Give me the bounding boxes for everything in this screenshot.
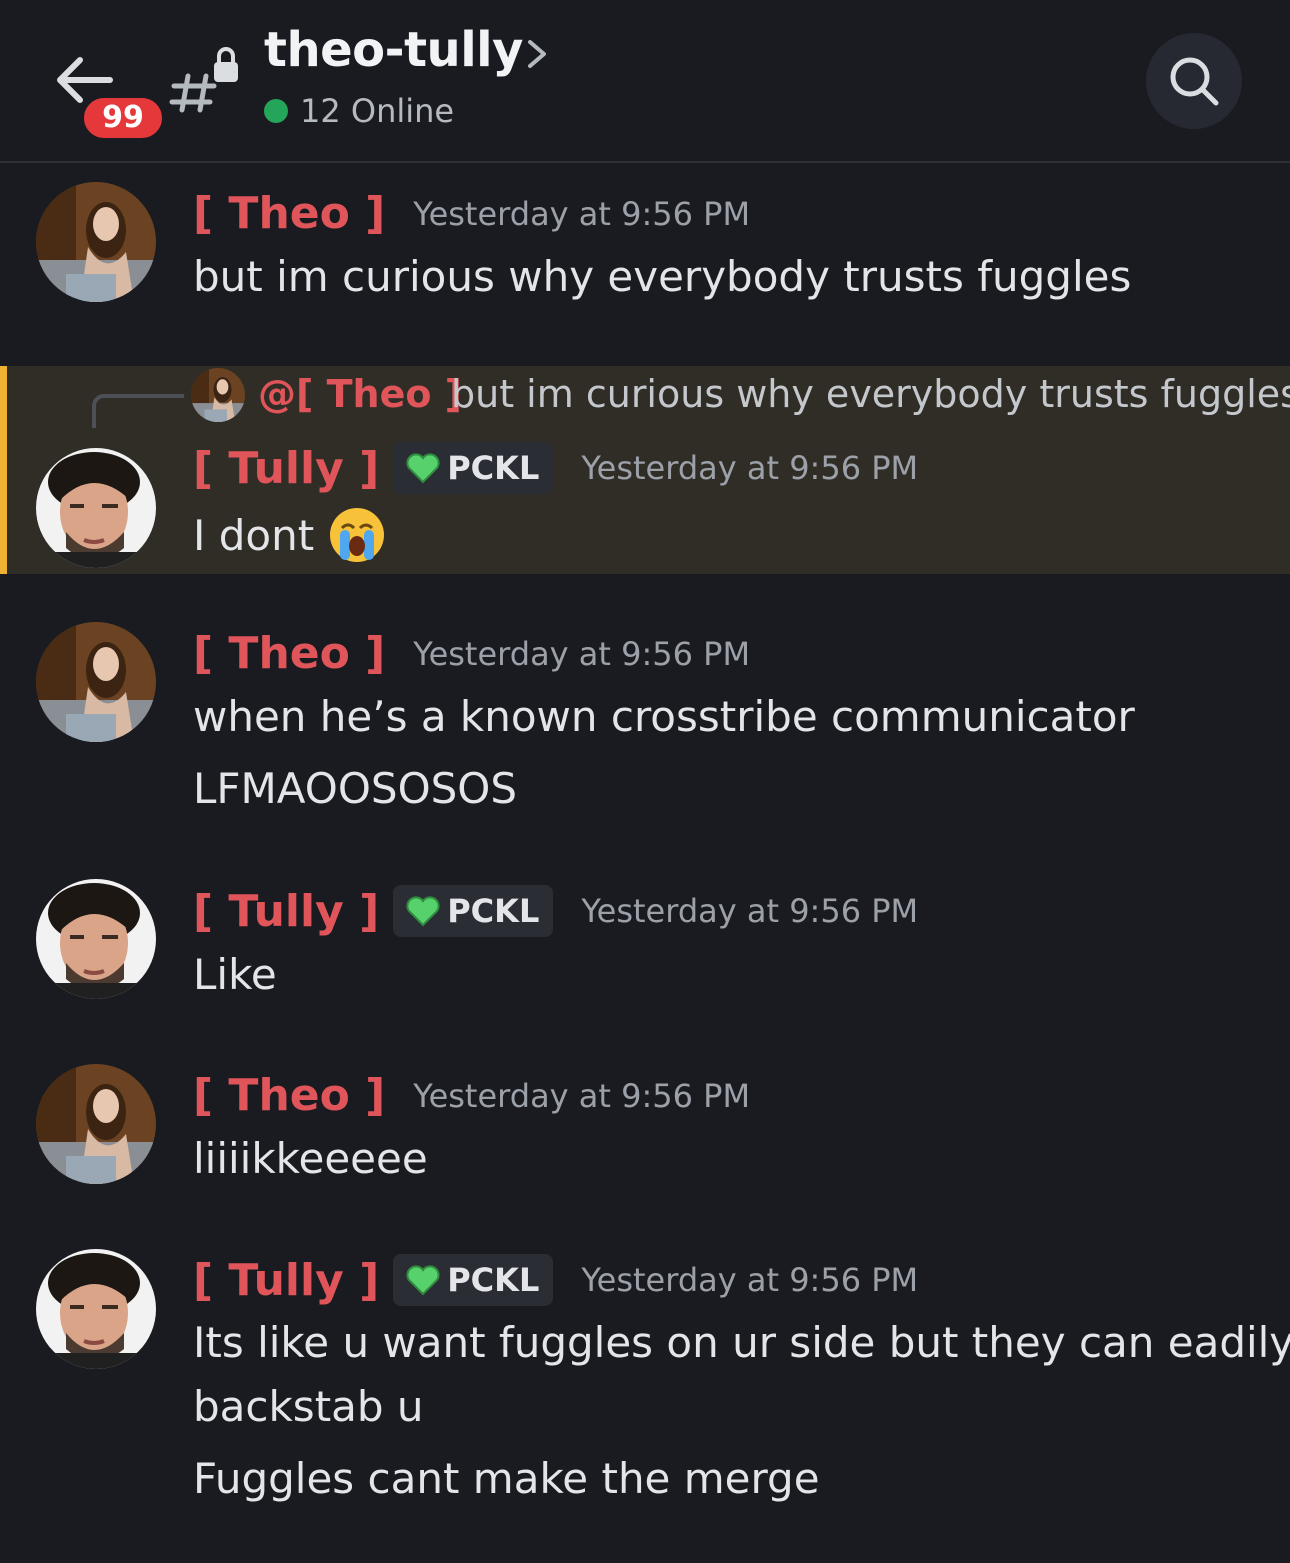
guild-tag[interactable]: PCKL <box>393 1254 554 1306</box>
online-status: 12 Online <box>264 92 454 130</box>
avatar[interactable] <box>36 1249 156 1369</box>
guild-tag-label: PCKL <box>447 1261 540 1299</box>
author-name[interactable]: [ Theo ] <box>193 188 385 239</box>
timestamp: Yesterday at 9:56 PM <box>581 1261 919 1299</box>
green-heart-icon <box>406 1265 440 1296</box>
message-text: Fuggles cant make the merge <box>193 1454 820 1503</box>
reply-mention[interactable]: @[ Theo ] <box>258 372 462 416</box>
author-name[interactable]: [ Theo ] <box>193 1070 385 1121</box>
search-button[interactable] <box>1146 33 1242 129</box>
timestamp: Yesterday at 9:56 PM <box>413 1076 751 1115</box>
avatar[interactable] <box>36 182 156 302</box>
loudly-crying-face-icon <box>330 508 385 562</box>
channel-title[interactable]: theo-tully <box>264 22 523 78</box>
avatar[interactable] <box>36 879 156 999</box>
author-name[interactable]: [ Theo ] <box>193 628 385 679</box>
author-name[interactable]: [ Tully ] <box>193 443 379 494</box>
channel-header: 99 theo-tully 12 Online <box>0 0 1290 163</box>
message-text: liiiikkeeeee <box>193 1134 428 1183</box>
message-text: Like <box>193 950 277 999</box>
guild-tag[interactable]: PCKL <box>393 885 554 937</box>
avatar[interactable] <box>36 622 156 742</box>
guild-tag-label: PCKL <box>447 892 540 930</box>
author-name[interactable]: [ Tully ] <box>193 1255 379 1306</box>
timestamp: Yesterday at 9:56 PM <box>413 194 751 233</box>
guild-tag-label: PCKL <box>447 449 540 487</box>
timestamp: Yesterday at 9:56 PM <box>581 892 919 930</box>
green-heart-icon <box>406 896 440 927</box>
reply-avatar[interactable] <box>191 368 245 422</box>
guild-tag[interactable]: PCKL <box>393 442 554 494</box>
avatar[interactable] <box>36 448 156 568</box>
locked-channel-icon <box>168 40 242 114</box>
message-text: LFMAOOSOSOS <box>193 764 518 813</box>
message-text: Its like u want fuggles on ur side but t… <box>193 1318 1290 1367</box>
search-icon <box>1170 57 1219 106</box>
timestamp: Yesterday at 9:56 PM <box>581 449 919 487</box>
online-count: 12 Online <box>300 92 455 130</box>
online-dot-icon <box>264 99 288 123</box>
unread-badge: 99 <box>80 94 166 142</box>
author-name[interactable]: [ Tully ] <box>193 886 379 937</box>
timestamp: Yesterday at 9:56 PM <box>413 634 751 673</box>
message-text: when he’s a known crosstribe communicato… <box>193 692 1135 741</box>
message-text: backstab u <box>193 1382 424 1431</box>
reply-connector <box>92 394 184 428</box>
message-text: I dont <box>193 510 315 560</box>
green-heart-icon <box>406 453 440 484</box>
avatar[interactable] <box>36 1064 156 1184</box>
chevron-right-icon[interactable] <box>524 36 550 72</box>
message-text: but im curious why everybody trusts fugg… <box>193 252 1132 301</box>
reply-preview-text[interactable]: but im curious why everybody trusts fugg… <box>451 372 1290 416</box>
